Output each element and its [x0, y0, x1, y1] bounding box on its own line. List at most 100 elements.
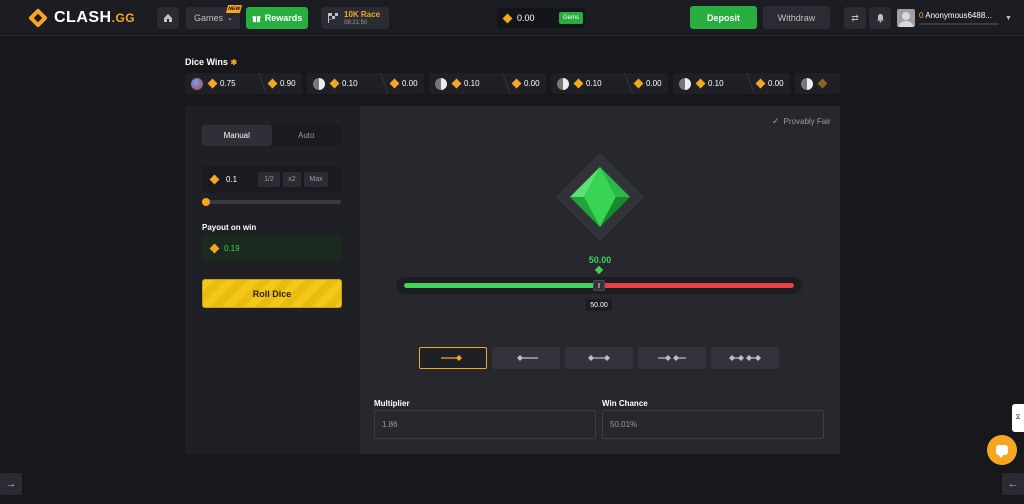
arrow-right-icon: → — [5, 478, 17, 490]
bell-icon — [876, 14, 884, 23]
gem-icon — [695, 78, 706, 89]
bet-amount-field[interactable]: 0.1 1/2 x2 Max — [202, 166, 341, 193]
race-title: 10K Race — [344, 9, 381, 19]
roll-slider-handle[interactable] — [593, 280, 605, 291]
roll-between-two-icon — [729, 355, 761, 361]
gem-icon — [267, 78, 278, 89]
win-item[interactable]: 0.10 0.00 — [307, 73, 424, 94]
win-item[interactable]: 0.10 0.00 — [551, 73, 668, 94]
win-bet: 0.75 — [220, 79, 236, 88]
roll-between-icon — [588, 355, 610, 361]
multiplier-label: Multiplier — [374, 399, 410, 408]
side-widget-tab[interactable]: ⧖ — [1012, 404, 1024, 432]
roll-slider[interactable] — [396, 277, 802, 294]
arrow-left-icon: ← — [1007, 478, 1019, 490]
balance-display: 0.00 Gems — [497, 8, 585, 28]
mode-roll-over-button[interactable] — [419, 347, 487, 369]
widget-icon: ⧖ — [1015, 414, 1021, 421]
target-value: 50.00 — [588, 255, 612, 265]
bet-slider-handle[interactable] — [202, 198, 210, 206]
green-gem-icon — [556, 153, 644, 241]
swap-button[interactable]: ⇄ — [844, 7, 866, 29]
win-item[interactable]: 0.10 0.00 — [429, 73, 546, 94]
provably-fair-button[interactable]: ✓ Provably Fair — [772, 116, 831, 127]
win-item[interactable]: 0.75 0.90 — [185, 73, 302, 94]
gems-currency-button[interactable]: Gems — [558, 12, 583, 24]
avatar — [191, 77, 203, 90]
rewards-label: Rewards — [264, 13, 303, 23]
win-item[interactable] — [795, 73, 840, 94]
collapse-chat-button[interactable]: ← — [1002, 473, 1024, 495]
logo[interactable]: CLASH.GG — [28, 8, 135, 28]
avatar — [897, 9, 915, 27]
chevron-down-icon: ⌄ — [227, 15, 233, 22]
notifications-button[interactable] — [869, 7, 891, 29]
user-level: 0 — [919, 11, 924, 20]
games-dropdown[interactable]: Games ⌄ NEW — [186, 5, 243, 29]
avatar — [435, 77, 447, 90]
roll-outside-icon — [658, 355, 686, 361]
multiplier-input[interactable]: 1.86 — [374, 410, 596, 439]
top-bar: CLASH.GG Games ⌄ NEW Rewards 10K Race 08… — [0, 0, 1024, 36]
payout-label: Payout on win — [202, 223, 257, 232]
avatar — [801, 77, 813, 90]
gem-icon — [573, 78, 584, 89]
payout-value: 0.19 — [224, 243, 240, 253]
expand-sidebar-button[interactable]: → — [0, 473, 22, 495]
gem-icon — [817, 78, 828, 89]
gem-icon — [633, 78, 644, 89]
dice-wins-list: 0.75 0.90 0.10 0.00 0.10 0.00 0.10 0.00 … — [185, 73, 840, 94]
gem-icon — [209, 243, 220, 253]
win-payout: 0.00 — [646, 79, 662, 88]
win-payout: 0.90 — [280, 79, 296, 88]
gem-icon — [755, 78, 766, 89]
chat-bubble-icon — [996, 445, 1008, 458]
win-bet: 0.10 — [342, 79, 358, 88]
bet-amount-value[interactable]: 0.1 — [226, 175, 258, 184]
gem-icon — [511, 78, 522, 89]
tab-manual[interactable]: Manual — [202, 125, 272, 146]
withdraw-button[interactable]: Withdraw — [763, 6, 830, 29]
double-bet-button[interactable]: x2 — [283, 172, 301, 187]
rewards-button[interactable]: Rewards — [246, 7, 308, 29]
win-range-bar — [404, 283, 599, 288]
max-bet-button[interactable]: Max — [304, 172, 328, 187]
race-button[interactable]: 10K Race 08:21:50 — [321, 7, 389, 29]
roll-under-icon — [517, 355, 538, 361]
user-menu[interactable]: 0 Anonymous6488... ▼ — [897, 7, 1017, 29]
gem-icon — [389, 78, 400, 89]
gift-icon — [252, 15, 261, 22]
logo-suffix: .GG — [111, 11, 136, 25]
gem-icon — [209, 174, 220, 185]
support-chat-button[interactable] — [987, 435, 1017, 465]
mode-outside-button[interactable] — [638, 347, 706, 369]
slider-value-tooltip: 50.00 — [586, 299, 612, 311]
dice-wins-title: Dice Wins ✱ — [185, 57, 238, 67]
avatar — [557, 77, 569, 90]
bet-mode-tabs: Manual Auto — [202, 125, 341, 146]
win-payout: 0.00 — [402, 79, 418, 88]
mode-between-two-button[interactable] — [711, 347, 779, 369]
home-icon — [164, 14, 172, 22]
mode-between-button[interactable] — [565, 347, 633, 369]
roll-dice-button[interactable]: Roll Dice — [202, 279, 342, 308]
tab-auto[interactable]: Auto — [272, 125, 342, 146]
deposit-button[interactable]: Deposit — [690, 6, 757, 29]
win-item[interactable]: 0.10 0.00 — [673, 73, 790, 94]
win-payout: 0.00 — [524, 79, 540, 88]
gem-icon — [502, 13, 513, 23]
avatar — [313, 77, 325, 90]
star-icon: ✱ — [230, 58, 238, 67]
mode-roll-under-button[interactable] — [492, 347, 560, 369]
half-bet-button[interactable]: 1/2 — [258, 172, 280, 187]
username: Anonymous6488... — [925, 11, 992, 20]
win-payout: 0.00 — [768, 79, 784, 88]
home-button[interactable] — [157, 7, 179, 29]
win-chance-input[interactable]: 50.01% — [602, 410, 824, 439]
chevron-down-icon: ▼ — [1005, 14, 1012, 22]
bet-amount-slider[interactable] — [202, 198, 341, 206]
roll-over-icon — [441, 355, 462, 361]
avatar — [679, 77, 691, 90]
win-bet: 0.10 — [464, 79, 480, 88]
balance-value: 0.00 — [517, 13, 535, 23]
